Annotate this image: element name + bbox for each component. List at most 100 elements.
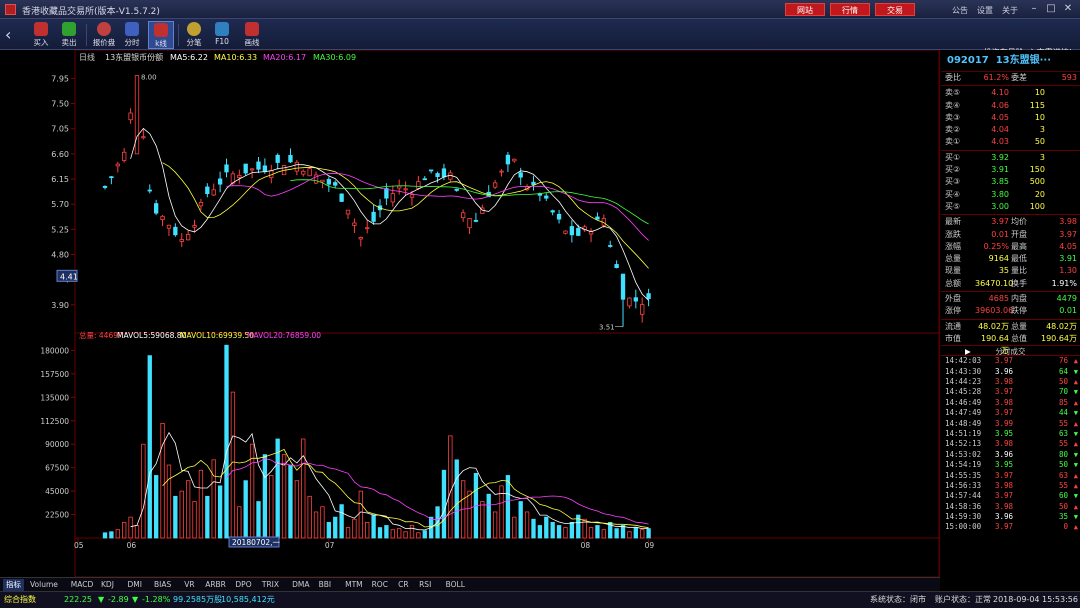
tick-row[interactable]: 14:43:30 3.96 64 ▼ <box>941 367 1080 377</box>
tick-volume: 70 <box>1058 387 1068 397</box>
divider <box>86 24 87 46</box>
kline-chart[interactable]: 日线 13东盟银币份额 MA5:6.22 MA10:6.33 MA20:6.17 MA30… <box>0 50 940 577</box>
minimize-icon[interactable]: – <box>1027 3 1041 14</box>
quote-button[interactable]: 行情 <box>830 3 870 16</box>
f10-button[interactable]: F10 <box>209 21 235 49</box>
trade-button[interactable]: 交易 <box>875 3 915 16</box>
datetime: 2018-09-04 15:53:56 <box>993 595 1078 604</box>
candle-body <box>505 154 511 165</box>
tick-row[interactable]: 14:46:49 3.98 85 ▲ <box>941 398 1080 408</box>
tick-price: 3.96 <box>995 366 1014 376</box>
tick-row[interactable]: 14:58:36 3.98 50 ▲ <box>941 502 1080 512</box>
tab-指标[interactable]: 指标 <box>3 579 24 591</box>
candle-body <box>627 297 632 307</box>
pie-icon <box>187 22 201 36</box>
quote-list-button[interactable]: 报价盘 <box>91 21 117 49</box>
tick-row[interactable]: 14:42:03 3.97 76 ▲ <box>941 356 1080 366</box>
tab-boll[interactable]: BOLL <box>443 579 468 591</box>
tick-row[interactable]: 14:59:30 3.96 35 ▼ <box>941 512 1080 522</box>
tab-kdj[interactable]: KDJ <box>98 579 117 591</box>
tab-bbi[interactable]: BBI <box>316 579 335 591</box>
asks-price: 4.03 <box>991 137 1009 147</box>
tab-bias[interactable]: BIAS <box>151 579 174 591</box>
volume-bar <box>365 521 370 539</box>
stats1-row: 总量 9164 最低 3.91 <box>941 253 1080 265</box>
price-tick-label: 3.90 <box>51 301 69 310</box>
volume-bar <box>262 454 268 539</box>
draw-line-button[interactable]: 画线 <box>239 21 265 49</box>
stats1-value: 36470.10 <box>975 278 1014 288</box>
candle-body <box>345 209 351 215</box>
volume-bar <box>486 493 491 539</box>
price-tick-label: 6.15 <box>51 175 69 184</box>
tick-row[interactable]: 14:52:13 3.98 55 ▲ <box>941 439 1080 449</box>
tab-roc[interactable]: ROC <box>369 579 391 591</box>
stats1-value-2: 1.91% <box>1051 278 1077 288</box>
instrument-code: 092017 <box>947 55 989 66</box>
asks-row: 卖② 4.04 3 <box>941 124 1080 136</box>
info-icon <box>215 22 229 36</box>
minute-chart-button[interactable]: 分时 <box>119 21 145 49</box>
tab-rsi[interactable]: RSI <box>416 579 434 591</box>
tab-vr[interactable]: VR <box>181 579 197 591</box>
maximize-icon[interactable]: □ <box>1044 3 1058 14</box>
tick-list[interactable]: 14:42:03 3.97 76 ▲ 14:43:30 3.96 64 ▼ 14:44:23 3.… <box>941 356 1080 533</box>
volume-bar <box>556 525 562 539</box>
stats1-label-2: 换手 <box>1011 278 1027 288</box>
tab-dpo[interactable]: DPO <box>232 579 254 591</box>
tick-row[interactable]: 14:57:44 3.97 60 ▼ <box>941 491 1080 501</box>
volume-tick-label: 112500 <box>40 417 69 426</box>
tick-time: 14:59:30 <box>945 512 982 522</box>
candle-body <box>109 176 114 179</box>
web-button[interactable]: 网站 <box>785 3 825 16</box>
volume-bar <box>409 525 415 539</box>
volume-bar <box>454 459 459 539</box>
tick-row[interactable]: 14:55:35 3.97 63 ▲ <box>941 471 1080 481</box>
stats2-label: 外盘 <box>945 294 961 304</box>
tick-row[interactable]: 14:53:02 3.96 80 ▼ <box>941 450 1080 460</box>
buy-button[interactable]: 买入 <box>28 21 54 49</box>
tick-row[interactable]: 14:44:23 3.98 50 ▲ <box>941 377 1080 387</box>
tab-mtm[interactable]: MTM <box>342 579 366 591</box>
tab-dma[interactable]: DMA <box>289 579 312 591</box>
volume-bar <box>333 516 338 539</box>
tab-trix[interactable]: TRIX <box>259 579 282 591</box>
tab-macd[interactable]: MACD <box>68 579 96 591</box>
tick-button[interactable]: 分笔 <box>181 21 207 49</box>
volume-bar <box>211 459 216 539</box>
tab-dmi[interactable]: DMI <box>125 579 145 591</box>
back-arrow-icon[interactable]: ‹ <box>5 25 11 44</box>
tab-volume[interactable]: Volume <box>27 579 61 591</box>
stats1-label: 现量 <box>945 266 961 276</box>
volume-bar <box>512 516 517 539</box>
app-logo-icon <box>5 4 16 15</box>
tick-row[interactable]: 14:56:33 3.98 55 ▲ <box>941 481 1080 491</box>
kline-chart-area[interactable]: 日线 13东盟银币份额 MA5:6.22 MA10:6.33 MA20:6.17 MA30… <box>0 50 940 577</box>
sell-button[interactable]: 卖出 <box>56 21 82 49</box>
settings-menu[interactable]: 设置 <box>977 5 993 16</box>
about-menu[interactable]: 关于 <box>1002 5 1018 16</box>
volume-bar <box>358 490 363 539</box>
tick-row[interactable]: 15:00:00 3.97 0 ▲ <box>941 522 1080 532</box>
tick-row[interactable]: 14:48:49 3.99 55 ▲ <box>941 419 1080 429</box>
tick-row[interactable]: 14:45:28 3.97 70 ▼ <box>941 387 1080 397</box>
candle-body <box>640 304 645 315</box>
notice-menu[interactable]: 公告 <box>952 5 968 16</box>
tick-row[interactable]: 14:47:49 3.97 44 ▼ <box>941 408 1080 418</box>
stats1-label: 涨跌 <box>945 229 961 239</box>
tab-cr[interactable]: CR <box>395 579 411 591</box>
tick-row[interactable]: 14:51:19 3.95 63 ▼ <box>941 429 1080 439</box>
stats2-value: 39603.06 <box>975 306 1014 316</box>
tab-arbr[interactable]: ARBR <box>202 579 229 591</box>
vol-ma10-line <box>162 448 649 529</box>
stats1-row: 总额 36470.10 换手 1.91% <box>941 278 1080 290</box>
index-volume: 99.2585万股 <box>173 595 223 604</box>
tick-row[interactable]: 14:54:19 3.95 50 ▼ <box>941 460 1080 470</box>
volume-bar <box>313 511 319 539</box>
close-icon[interactable]: ✕ <box>1061 3 1075 14</box>
volume-bar <box>122 521 127 539</box>
kline-button[interactable]: k线 <box>148 21 174 49</box>
candle-body <box>544 195 549 199</box>
stats2-label-2: 跌停 <box>1011 306 1027 316</box>
chart-header-name: 13东盟银币份额 <box>105 52 163 62</box>
